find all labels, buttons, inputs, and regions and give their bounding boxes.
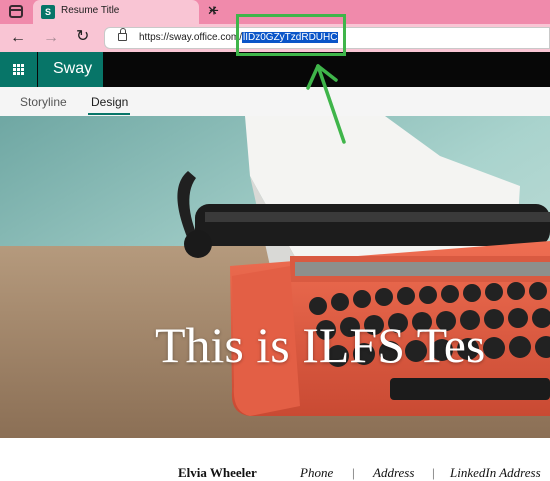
contact-line: Elvia Wheeler Phone | Address | LinkedIn…	[0, 438, 550, 481]
typewriter-image	[0, 116, 550, 438]
contact-separator: |	[352, 465, 355, 480]
new-tab-icon[interactable]: +	[209, 1, 219, 21]
url-prefix: https://sway.office.com/	[139, 32, 243, 43]
contact-linkedin[interactable]: LinkedIn Address	[450, 465, 541, 481]
contact-name[interactable]: Elvia Wheeler	[178, 465, 257, 481]
annotation-arrow	[306, 64, 346, 144]
lock-icon[interactable]	[118, 28, 127, 41]
hero-title[interactable]: This is ILFS Tes	[155, 316, 485, 374]
contact-phone[interactable]: Phone	[300, 465, 333, 481]
active-tab-indicator	[88, 113, 130, 115]
app-name-button[interactable]: Sway	[38, 52, 103, 87]
app-name: Sway	[53, 60, 93, 77]
tab-design[interactable]: Design	[91, 95, 128, 109]
forward-icon[interactable]: →	[43, 28, 59, 48]
contact-separator: |	[432, 465, 435, 480]
contact-address[interactable]: Address	[373, 465, 414, 481]
app-launcher-button[interactable]	[0, 52, 37, 87]
sway-favicon-icon: S	[41, 5, 55, 19]
refresh-icon[interactable]: ↻	[76, 27, 89, 47]
tab-storyline[interactable]: Storyline	[20, 95, 67, 109]
tab-title: Resume Title	[61, 5, 120, 16]
sway-app-bar: Sway	[0, 52, 550, 87]
waffle-icon	[13, 64, 24, 75]
window-icon[interactable]	[9, 5, 23, 18]
hero-banner: This is ILFS Tes	[0, 116, 550, 438]
back-icon[interactable]: ←	[10, 28, 26, 48]
annotation-highlight-box	[236, 14, 346, 56]
editor-tabs: Storyline Design	[0, 87, 550, 116]
browser-tab[interactable]: S Resume Title ✕	[33, 0, 218, 24]
